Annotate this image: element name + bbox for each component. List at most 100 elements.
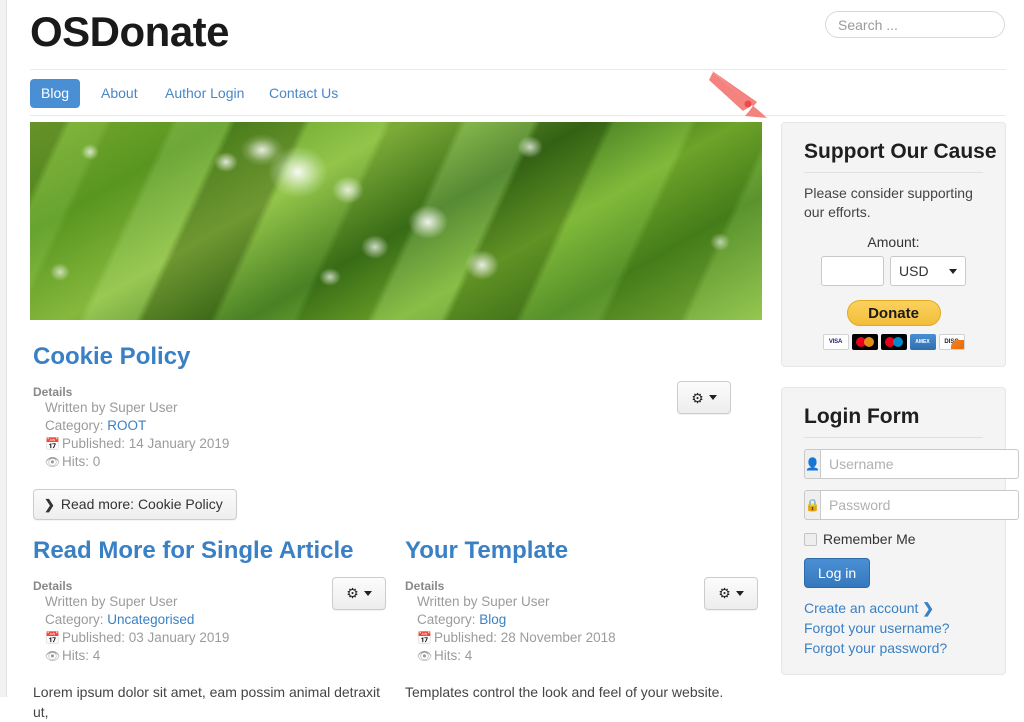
gear-icon: ⚙ <box>691 389 704 406</box>
article-cookie-policy: ⚙ Cookie Policy Details Written by Super… <box>30 343 762 520</box>
lock-icon: 🔒 <box>804 490 820 521</box>
meta-author: Written by Super User <box>45 399 178 415</box>
main-content: ⚙ Cookie Policy Details Written by Super… <box>30 122 762 720</box>
meta-category: Category: Uncategorised <box>33 611 396 629</box>
username-field-row: 👤 <box>782 449 1019 480</box>
login-links: Create an account ❯ Forgot your username… <box>782 588 1005 674</box>
meta-published: 📅 Published: 03 January 2019 <box>33 629 396 647</box>
remember-me-checkbox[interactable] <box>804 532 817 546</box>
read-more-button[interactable]: ❯ Read more: Cookie Policy <box>33 488 237 520</box>
meta-category-label: Category: <box>45 611 104 627</box>
article-title-link[interactable]: Your Template <box>405 537 768 566</box>
forgot-password-link[interactable]: Forgot your password? <box>804 638 983 658</box>
nav-item-contact-us[interactable]: Contact Us <box>258 79 349 108</box>
donate-panel: Support Our Cause Please consider suppor… <box>781 122 1006 368</box>
accepted-cards-row: VISA AMEX DISC <box>782 326 1005 366</box>
chevron-right-icon: ❯ <box>44 496 55 512</box>
nav-item-author-login[interactable]: Author Login <box>154 79 255 108</box>
sidebar: Support Our Cause Please consider suppor… <box>781 122 1019 676</box>
amount-input[interactable] <box>821 256 884 287</box>
meta-hits: 👁 Hits: 4 <box>405 647 768 665</box>
mastercard-card-icon <box>851 334 878 351</box>
article-options-button-1[interactable]: ⚙ <box>677 381 731 414</box>
currency-select-value: USD <box>899 263 929 280</box>
meta-published-text: Published: 28 November 2018 <box>434 629 616 645</box>
meta-published: 📅 Published: 28 November 2018 <box>405 629 768 647</box>
amount-row: USD <box>782 250 1005 287</box>
meta-hits-text: Hits: 4 <box>434 647 473 663</box>
gear-icon: ⚙ <box>346 585 359 602</box>
currency-select[interactable]: USD <box>890 256 966 287</box>
meta-category: Category: ROOT <box>33 417 762 435</box>
login-panel-divider <box>804 437 983 439</box>
password-input[interactable] <box>819 490 1019 521</box>
article-options-button-2[interactable]: ⚙ <box>332 576 386 610</box>
calendar-icon: 📅 <box>45 630 60 645</box>
donate-button-wrap: Donate <box>782 286 1005 327</box>
article-body-text: Templates control the look and feel of y… <box>405 683 724 700</box>
meta-category-label: Category: <box>45 417 104 433</box>
donate-panel-title: Support Our Cause <box>804 140 997 163</box>
maestro-card-icon <box>880 334 907 351</box>
login-panel-title: Login Form <box>804 405 920 429</box>
eye-icon: 👁 <box>45 454 61 469</box>
article-title-link[interactable]: Cookie Policy <box>33 343 762 372</box>
chevron-down-icon <box>949 268 957 274</box>
article-options-button-3[interactable]: ⚙ <box>704 576 758 610</box>
gear-icon: ⚙ <box>718 585 731 602</box>
remember-me-row[interactable]: Remember Me <box>782 520 1005 547</box>
chevron-down-icon <box>363 590 372 596</box>
eye-icon: 👁 <box>417 648 433 663</box>
chevron-down-icon <box>735 590 744 596</box>
article-read-more-single: ⚙ Read More for Single Article Details W… <box>30 537 396 722</box>
meta-category-link[interactable]: ROOT <box>107 418 146 433</box>
meta-hits-text: Hits: 4 <box>62 647 101 663</box>
username-input[interactable] <box>819 449 1019 480</box>
site-title: OSDonate <box>30 8 230 55</box>
meta-published-text: Published: 03 January 2019 <box>62 629 230 645</box>
search-input[interactable] <box>825 11 1005 38</box>
meta-hits-text: Hits: 0 <box>62 453 101 469</box>
article-columns: ⚙ Read More for Single Article Details W… <box>30 537 762 720</box>
login-button[interactable]: Log in <box>804 558 871 589</box>
meta-category-link[interactable]: Blog <box>479 612 506 627</box>
forgot-username-link[interactable]: Forgot your username? <box>804 618 983 638</box>
remember-me-label: Remember Me <box>823 531 916 548</box>
calendar-icon: 📅 <box>45 436 60 451</box>
password-field-row: 🔒 <box>782 490 1019 521</box>
amex-card-icon: AMEX <box>909 334 936 351</box>
main-navigation: Blog About Author Login Contact Us <box>30 70 1006 116</box>
read-more-label: Read more: Cookie Policy <box>60 495 223 512</box>
create-account-link[interactable]: Create an account ❯ <box>804 598 983 618</box>
nav-item-blog[interactable]: Blog <box>30 79 81 108</box>
calendar-icon: 📅 <box>417 630 432 645</box>
nav-item-about[interactable]: About <box>90 79 149 108</box>
meta-hits: 👁 Hits: 0 <box>33 453 762 471</box>
site-header: OSDonate <box>7 0 1024 69</box>
meta-published: 📅 Published: 14 January 2019 <box>33 435 762 453</box>
donate-button[interactable]: Donate <box>846 300 941 327</box>
discover-card-icon: DISC <box>938 334 965 351</box>
article-details-label: Details <box>33 384 73 399</box>
chevron-right-icon: ❯ <box>922 600 935 617</box>
create-account-label: Create an account <box>804 600 919 617</box>
article-meta-list: Written by Super User Category: ROOT 📅 Pu… <box>33 399 762 471</box>
article-your-template: ⚙ Your Template Details Written by Super… <box>402 537 768 702</box>
amount-label: Amount: <box>867 234 920 251</box>
article-body-text: Lorem ipsum dolor sit amet, eam possim a… <box>33 683 381 720</box>
login-panel: Login Form 👤 🔒 Remember Me Log in Create… <box>781 387 1019 676</box>
user-icon: 👤 <box>804 449 820 480</box>
hero-image <box>30 122 762 320</box>
eye-icon: 👁 <box>45 648 61 663</box>
chevron-down-icon <box>708 395 717 400</box>
meta-category: Category: Blog <box>405 611 768 629</box>
meta-category-label: Category: <box>417 611 476 627</box>
page-left-gutter <box>0 0 7 697</box>
page-container: OSDonate Blog About Author Login Contact… <box>7 0 1024 720</box>
meta-hits: 👁 Hits: 4 <box>33 647 396 665</box>
login-button-wrap: Log in <box>782 547 1005 589</box>
donate-description: Please consider supporting our efforts. <box>804 185 973 221</box>
article-title-link[interactable]: Read More for Single Article <box>33 537 396 566</box>
meta-category-link[interactable]: Uncategorised <box>107 612 194 627</box>
visa-card-icon: VISA <box>822 334 849 351</box>
